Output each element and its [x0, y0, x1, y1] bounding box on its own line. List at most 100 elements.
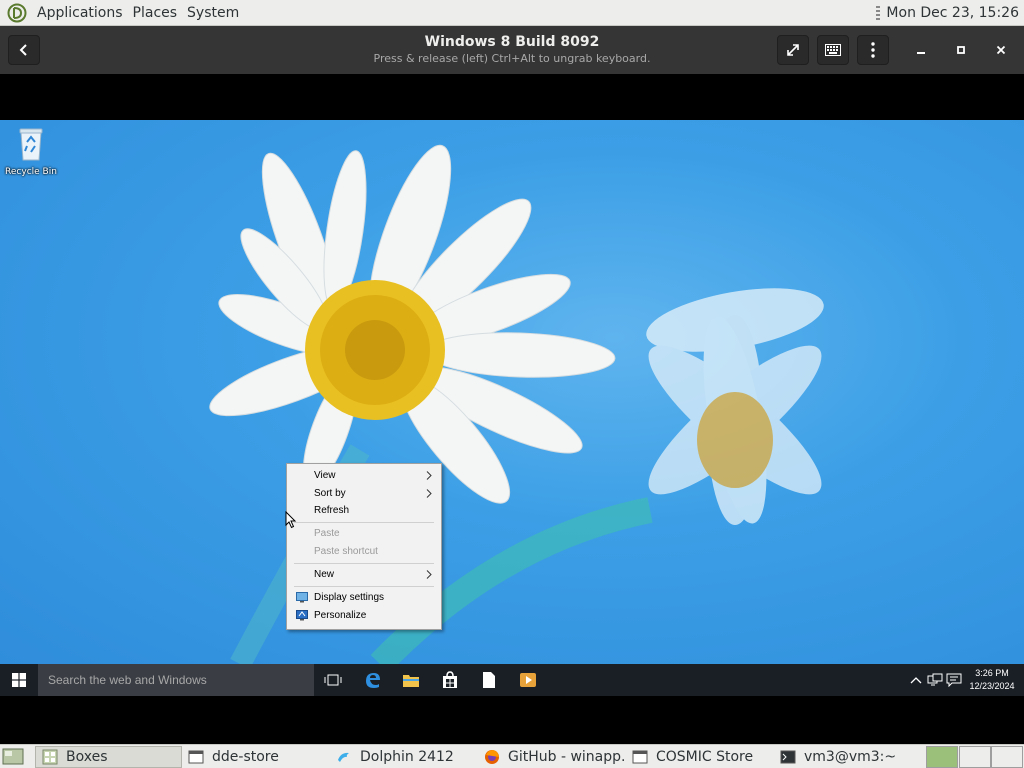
store-button[interactable] [440, 670, 460, 690]
submenu-arrow-icon [426, 471, 432, 480]
taskbar-time: 3:26 PM [975, 668, 1009, 678]
task-label: dde-store [212, 749, 279, 765]
mouse-cursor-icon [285, 511, 297, 529]
workspace-1[interactable] [926, 746, 958, 768]
recycle-bin-shortcut[interactable]: Recycle Bin [4, 126, 58, 177]
task-boxes[interactable]: Boxes [35, 746, 182, 768]
windows-logo-icon [12, 673, 26, 687]
task-label: Boxes [66, 749, 108, 765]
fullscreen-icon [787, 44, 799, 56]
edge-button[interactable] [363, 670, 383, 690]
menu-item-label: Display settings [314, 592, 385, 603]
show-desktop-icon[interactable] [2, 748, 24, 766]
system-menu[interactable]: System [182, 5, 244, 21]
menu-separator [294, 586, 434, 587]
menu-item-label: View [314, 470, 336, 481]
notification-icon [946, 673, 962, 687]
maximize-icon [957, 46, 965, 54]
task-dde-store[interactable]: dde-store [182, 746, 330, 768]
task-dolphin[interactable]: Dolphin 2412 [330, 746, 478, 768]
menu-separator [294, 563, 434, 564]
taskbar-clock[interactable]: 3:26 PM 12/23/2024 [964, 667, 1020, 693]
notification-tray-button[interactable] [944, 670, 964, 690]
menu-item-label: Paste shortcut [314, 546, 378, 557]
task-github-firefox[interactable]: GitHub - winapp... [478, 746, 626, 768]
windows-taskbar: Search the web and Windows 3:26 PM 12/23… [0, 664, 1024, 696]
dolphin-app-icon [338, 752, 349, 762]
taskbar-date: 12/23/2024 [969, 681, 1015, 691]
window-app-icon [632, 750, 648, 764]
fullscreen-button[interactable] [777, 35, 809, 65]
minimize-button[interactable] [911, 40, 931, 60]
chevron-up-icon [910, 677, 922, 684]
boxes-app-icon [42, 749, 58, 765]
menu-item-label: New [314, 569, 335, 580]
menu-item-new[interactable]: New [289, 566, 439, 583]
recycle-bin-icon [19, 128, 43, 161]
keyboard-button[interactable] [817, 35, 849, 65]
document-icon [483, 672, 495, 688]
media-button[interactable] [518, 670, 538, 690]
close-button[interactable] [991, 40, 1011, 60]
menu-item-display-settings[interactable]: Display settings [289, 589, 439, 606]
maximize-button[interactable] [951, 40, 971, 60]
workspace-3[interactable] [991, 746, 1023, 768]
menu-item-label: Refresh [314, 505, 350, 516]
network-tray-button[interactable] [925, 670, 945, 690]
bottom-panel: Boxes dde-store Dolphin 2412 GitHub - wi… [0, 744, 1024, 768]
menu-item-label: Personalize [314, 610, 367, 621]
panel-grip-icon [876, 5, 881, 20]
task-label: COSMIC Store [656, 749, 754, 765]
start-button[interactable] [0, 664, 38, 696]
menu-item-paste[interactable]: Paste [289, 525, 439, 542]
display-icon [296, 592, 308, 603]
network-icon [927, 673, 943, 686]
menu-item-label: Sort by [314, 488, 346, 499]
edge-icon [366, 673, 380, 688]
panel-clock[interactable]: Mon Dec 23, 15:26 [886, 5, 1019, 21]
task-view-button[interactable] [323, 670, 343, 690]
file-explorer-button[interactable] [401, 670, 421, 690]
task-terminal[interactable]: vm3@vm3:~ [774, 746, 922, 768]
task-cosmic-store[interactable]: COSMIC Store [626, 746, 774, 768]
firefox-app-icon [485, 750, 499, 764]
task-view-icon [324, 674, 342, 686]
keyboard-icon [825, 44, 841, 56]
menu-icon [871, 42, 875, 58]
menu-item-refresh[interactable]: Refresh [289, 502, 439, 519]
file-explorer-icon [403, 675, 419, 687]
tray-overflow-button[interactable] [906, 670, 926, 690]
vm-display[interactable]: Recycle Bin View Sort by Refresh Paste P… [0, 74, 1024, 744]
close-icon [996, 45, 1006, 55]
submenu-arrow-icon [426, 489, 432, 498]
store-icon [443, 671, 457, 688]
back-button[interactable] [8, 35, 40, 65]
submenu-arrow-icon [426, 570, 432, 579]
places-menu[interactable]: Places [128, 5, 183, 21]
back-icon [19, 44, 27, 56]
workspace-2[interactable] [959, 746, 991, 768]
menu-item-sort-by[interactable]: Sort by [289, 485, 439, 502]
terminal-app-icon [780, 750, 796, 764]
mate-logo-icon[interactable] [7, 3, 27, 23]
minimize-icon [917, 52, 925, 54]
menu-item-paste-shortcut[interactable]: Paste shortcut [289, 543, 439, 560]
windows-desktop[interactable]: Recycle Bin View Sort by Refresh Paste P… [0, 120, 1024, 664]
task-label: GitHub - winapp... [508, 749, 626, 765]
window-app-icon [188, 750, 204, 764]
applications-menu[interactable]: Applications [32, 5, 128, 21]
daisy-wallpaper [209, 144, 824, 664]
task-label: vm3@vm3:~ [804, 749, 897, 765]
recycle-bin-label: Recycle Bin [5, 167, 57, 177]
menu-item-personalize[interactable]: Personalize [289, 607, 439, 624]
top-panel: Applications Places System Mon Dec 23, 1… [0, 0, 1024, 26]
menu-separator [294, 522, 434, 523]
media-icon [520, 673, 536, 687]
menu-button[interactable] [857, 35, 889, 65]
boxes-headerbar: Windows 8 Build 8092 Press & release (le… [0, 26, 1024, 74]
taskbar-search-box[interactable]: Search the web and Windows [38, 664, 314, 696]
menu-item-view[interactable]: View [289, 467, 439, 484]
document-button[interactable] [479, 670, 499, 690]
menu-item-label: Paste [314, 528, 340, 539]
window-title: Windows 8 Build 8092 [424, 34, 600, 50]
